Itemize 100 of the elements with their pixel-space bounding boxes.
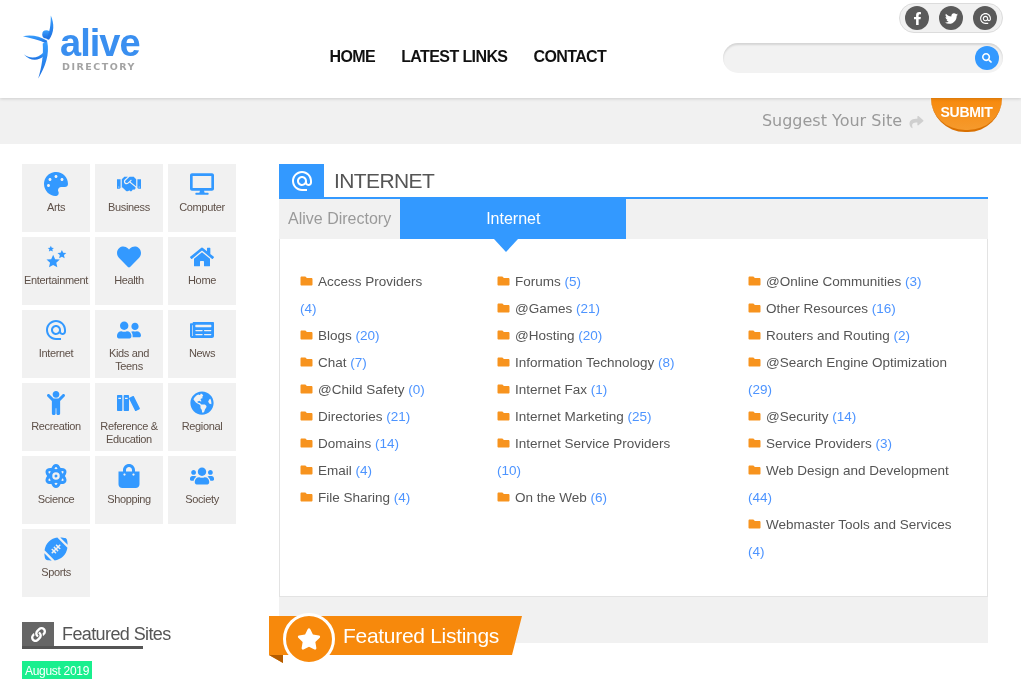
folder-icon xyxy=(300,410,313,422)
item-count: (4) xyxy=(300,301,317,316)
category-tile[interactable]: Computer xyxy=(168,164,236,232)
person-arms-up-icon xyxy=(44,391,68,415)
category-link[interactable]: Webmaster Tools and Services xyxy=(766,517,952,532)
date-badge: August 2019 xyxy=(22,661,93,679)
category-link[interactable]: @Search Engine Optimization xyxy=(766,355,948,370)
atom-icon xyxy=(44,464,68,488)
category-link[interactable]: Internet Service Providers xyxy=(515,436,671,451)
category-link[interactable]: Directories xyxy=(318,409,383,424)
twitter-icon[interactable] xyxy=(939,6,963,30)
nav-link[interactable]: LATEST LINKS xyxy=(401,47,508,67)
category-tile[interactable]: Business xyxy=(95,164,163,232)
item-count: (16) xyxy=(871,301,896,316)
category-link[interactable]: Service Providers xyxy=(766,436,872,451)
folder-icon xyxy=(497,437,510,449)
folder-icon xyxy=(300,491,313,503)
category-tile[interactable]: Recreation xyxy=(22,383,90,451)
category-link[interactable]: @Games xyxy=(515,301,573,316)
folder-icon xyxy=(300,437,313,449)
nav-link[interactable]: HOME xyxy=(329,47,376,67)
item-count: (4) xyxy=(355,463,373,478)
category-tile[interactable]: Kids and Teens xyxy=(95,310,163,378)
item-count: (0) xyxy=(408,382,425,397)
item-count: (8) xyxy=(658,355,675,370)
category-tile[interactable]: Science xyxy=(22,456,90,524)
section-title: INTERNET xyxy=(334,168,435,194)
item-count: (7) xyxy=(350,355,367,370)
category-tile[interactable]: Shopping xyxy=(95,456,163,524)
folder-icon xyxy=(497,356,510,368)
folder-icon xyxy=(748,275,761,287)
item-count: (25) xyxy=(627,409,652,424)
category-link[interactable]: Email xyxy=(318,463,352,478)
folder-icon xyxy=(748,302,761,314)
category-link[interactable]: Information Technology xyxy=(515,355,655,370)
logo-tagline: DIRECTORY xyxy=(62,60,137,73)
monitor-icon xyxy=(190,172,214,196)
category-tile[interactable]: Internet xyxy=(22,310,90,378)
category-tile[interactable]: Health xyxy=(95,237,163,305)
palette-icon xyxy=(44,172,68,196)
folder-icon xyxy=(748,437,761,449)
at-sign-icon[interactable] xyxy=(973,6,997,30)
category-link[interactable]: Internet Marketing xyxy=(515,409,624,424)
category-link[interactable]: On the Web xyxy=(515,490,587,505)
folder-icon xyxy=(300,383,313,395)
shopping-bag-icon xyxy=(117,464,141,488)
nav-link[interactable]: CONTACT xyxy=(533,47,607,67)
folder-icon xyxy=(497,383,510,395)
category-link[interactable]: Internet Fax xyxy=(515,382,588,397)
folder-icon xyxy=(748,464,761,476)
category-tile[interactable]: Home xyxy=(168,237,236,305)
category-link[interactable]: @Security xyxy=(766,409,829,424)
item-count: (21) xyxy=(386,409,411,424)
item-count: (44) xyxy=(748,490,772,505)
category-tile[interactable]: Sports xyxy=(22,529,90,597)
arrow-icon xyxy=(908,115,925,129)
folder-icon xyxy=(300,275,313,287)
item-count: (14) xyxy=(832,409,857,424)
category-link[interactable]: Domains xyxy=(318,436,372,451)
item-count: (20) xyxy=(578,328,603,343)
category-link[interactable]: Chat xyxy=(318,355,347,370)
item-count: (21) xyxy=(576,301,600,316)
category-tile[interactable]: News xyxy=(168,310,236,378)
category-link[interactable]: @Hosting xyxy=(515,328,575,343)
item-count: (1) xyxy=(590,382,608,397)
item-count: (4) xyxy=(748,544,765,559)
folder-icon xyxy=(300,464,313,476)
category-tile[interactable]: Reference & Education xyxy=(95,383,163,451)
category-link[interactable]: Access Providers xyxy=(318,274,423,289)
category-link[interactable]: Routers and Routing xyxy=(766,328,890,343)
at-sign-icon xyxy=(44,318,68,342)
category-link[interactable]: Web Design and Development xyxy=(766,463,949,478)
search-icon xyxy=(982,53,992,63)
category-tile[interactable]: Entertainment xyxy=(22,237,90,305)
item-count: (5) xyxy=(564,274,582,289)
category-link[interactable]: File Sharing xyxy=(318,490,391,505)
folder-icon xyxy=(497,329,510,341)
featured-sites-heading: Featured Sites xyxy=(62,623,171,646)
link-icon xyxy=(22,622,54,646)
item-count: (4) xyxy=(393,490,411,505)
category-link[interactable]: Blogs xyxy=(318,328,352,343)
category-link[interactable]: Forums xyxy=(515,274,561,289)
item-count: (6) xyxy=(590,490,608,505)
item-count: (14) xyxy=(375,436,400,451)
item-count: (3) xyxy=(905,274,922,289)
folder-icon xyxy=(497,275,510,287)
category-link[interactable]: @Online Communities xyxy=(766,274,902,289)
folder-icon xyxy=(497,491,510,503)
item-count: (3) xyxy=(875,436,893,451)
folder-icon xyxy=(748,356,761,368)
globe-icon xyxy=(190,391,214,415)
item-count: (10) xyxy=(497,463,521,478)
category-tile[interactable]: Arts xyxy=(22,164,90,232)
category-link[interactable]: @Child Safety xyxy=(318,382,405,397)
category-tile[interactable]: Society xyxy=(168,456,236,524)
category-link[interactable]: Other Resources xyxy=(766,301,869,316)
search-field[interactable] xyxy=(723,43,1003,73)
facebook-icon[interactable] xyxy=(905,6,929,30)
category-tile[interactable]: Regional xyxy=(168,383,236,451)
folder-icon xyxy=(300,329,313,341)
